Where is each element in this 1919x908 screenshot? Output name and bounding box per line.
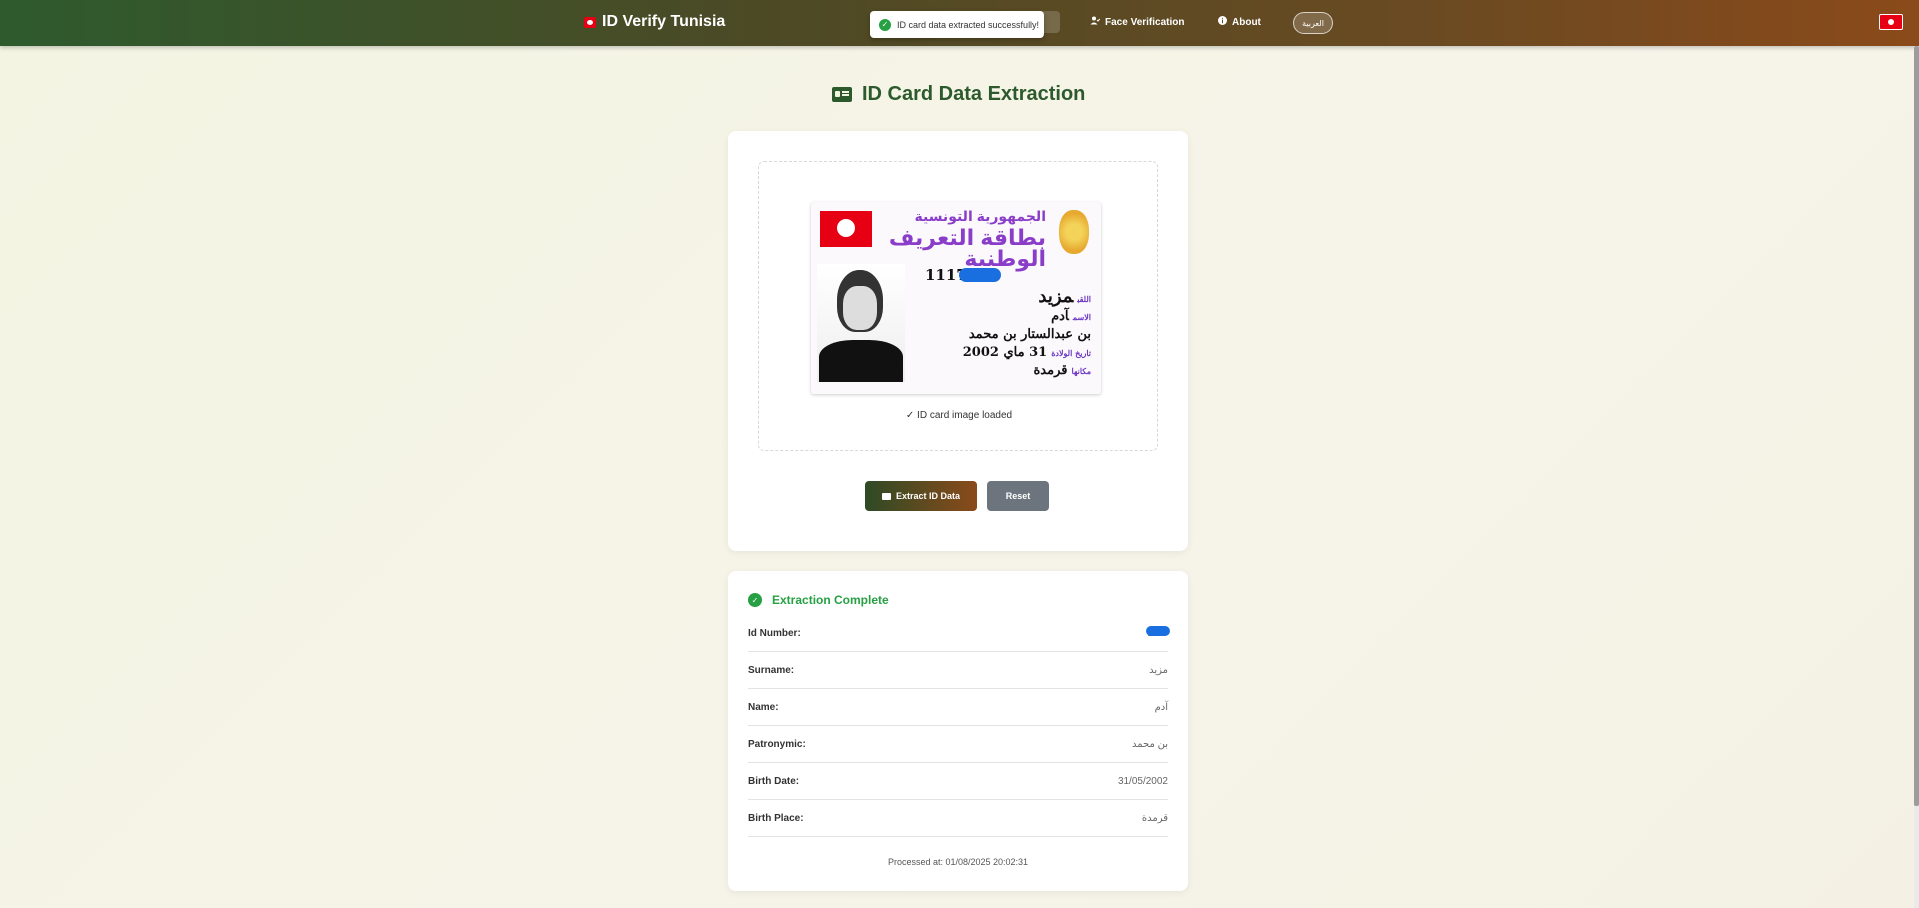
card-value-patronymic: بن عبدالستار بن محمد: [968, 327, 1091, 342]
result-title: Extraction Complete: [772, 593, 889, 607]
extract-button-label: Extract ID Data: [895, 491, 961, 501]
card-value-name: آدم: [1051, 309, 1069, 324]
reset-button-label: Reset: [1005, 491, 1031, 501]
photo-shirt: [819, 340, 903, 382]
result-header: ✓ Extraction Complete: [748, 593, 889, 607]
upload-card: الجمهورية التونسية بطاقة التعريف الوطنية…: [728, 131, 1188, 551]
row-value: بن محمد: [1131, 738, 1168, 750]
image-loaded-status: ✓ ID card image loaded: [905, 410, 1013, 421]
card-label-surname: اللقب: [1077, 294, 1091, 304]
check-circle-icon: ✓: [879, 18, 891, 31]
id-card-preview-image: الجمهورية التونسية بطاقة التعريف الوطنية…: [811, 202, 1101, 394]
row-value: آدم: [1154, 701, 1168, 713]
user-check-icon: [1090, 16, 1101, 28]
page-title: ID Card Data Extraction: [832, 83, 1085, 106]
card-label-birth: تاريخ الولادة: [1051, 348, 1091, 358]
card-value-birth: 31 ماي 2002: [962, 345, 1048, 360]
row-label: Birth Place:: [748, 812, 804, 824]
result-rows: Id Number: 1117 Surname: مزيد Name: آدم …: [748, 615, 1170, 837]
card-value-surname: مزيد: [1038, 286, 1074, 307]
row-value: 1117: [1146, 625, 1170, 639]
card-fields: اللقبمزيد الاسمآدم بن عبدالستار بن محمد …: [962, 286, 1092, 379]
emblem-icon: [1059, 210, 1089, 254]
photo-face: [843, 286, 877, 330]
row-label: Id Number:: [748, 627, 801, 639]
extract-id-data-button[interactable]: Extract ID Data: [865, 481, 977, 511]
card-header-line1: الجمهورية التونسية: [914, 208, 1046, 224]
page-title-text: ID Card Data Extraction: [862, 83, 1086, 105]
nav-item-label: About: [1232, 16, 1261, 28]
extraction-result-card: ✓ Extraction Complete Id Number: 1117 Su…: [728, 571, 1188, 891]
brand-link[interactable]: ID Verify Tunisia: [584, 13, 725, 31]
row-label: Surname:: [748, 664, 795, 676]
image-dropzone[interactable]: الجمهورية التونسية بطاقة التعريف الوطنية…: [758, 161, 1158, 451]
processed-timestamp: Processed at: 01/08/2025 20:02:31: [887, 857, 1029, 867]
language-toggle-button[interactable]: العربية: [1293, 12, 1333, 34]
card-photo: [817, 264, 905, 382]
row-label: Patronymic:: [748, 738, 806, 750]
redaction-scribble: [959, 268, 1001, 282]
tunisia-flag-icon: [1879, 14, 1903, 30]
toast-message: ID card data extracted successfully!: [897, 19, 1040, 30]
card-label-name: الاسم: [1072, 312, 1091, 322]
card-header-line2: بطاقة التعريف الوطنية: [888, 225, 1046, 271]
id-card-icon: [832, 87, 852, 102]
row-value: 31/05/2002: [1117, 775, 1168, 787]
card-header-text: الجمهورية التونسية بطاقة التعريف الوطنية: [811, 206, 1046, 271]
success-toast: ✓ ID card data extracted successfully!: [870, 11, 1044, 38]
info-icon: [1218, 16, 1227, 28]
card-value-place: قرمدة: [1033, 363, 1068, 378]
result-row-surname: Surname: مزيد: [748, 652, 1168, 689]
result-row-birth-place: Birth Place: قرمدة: [748, 800, 1168, 837]
id-card-icon: [881, 492, 891, 500]
result-row-id-number: Id Number: 1117: [748, 615, 1170, 652]
redaction-scribble: [1146, 625, 1170, 636]
reset-button[interactable]: Reset: [987, 481, 1049, 511]
tunisia-flag-icon: [584, 16, 596, 28]
result-row-birth-date: Birth Date: 31/05/2002: [748, 763, 1168, 800]
row-value: مزيد: [1149, 664, 1168, 676]
nav-item-label: Face Verification: [1105, 16, 1185, 28]
card-label-place: مكانها: [1071, 366, 1092, 376]
brand-title: ID Verify Tunisia: [602, 13, 726, 30]
row-label: Name:: [748, 701, 779, 713]
nav-item-about[interactable]: About: [1210, 11, 1269, 33]
nav-item-face-verification[interactable]: Face Verification: [1082, 11, 1192, 33]
row-label: Birth Date:: [748, 775, 800, 787]
row-value: قرمدة: [1141, 812, 1168, 824]
scrollbar-thumb[interactable]: [1914, 46, 1919, 806]
result-row-patronymic: Patronymic: بن محمد: [748, 726, 1168, 763]
result-row-name: Name: آدم: [748, 689, 1168, 726]
check-circle-icon: ✓: [748, 593, 762, 607]
